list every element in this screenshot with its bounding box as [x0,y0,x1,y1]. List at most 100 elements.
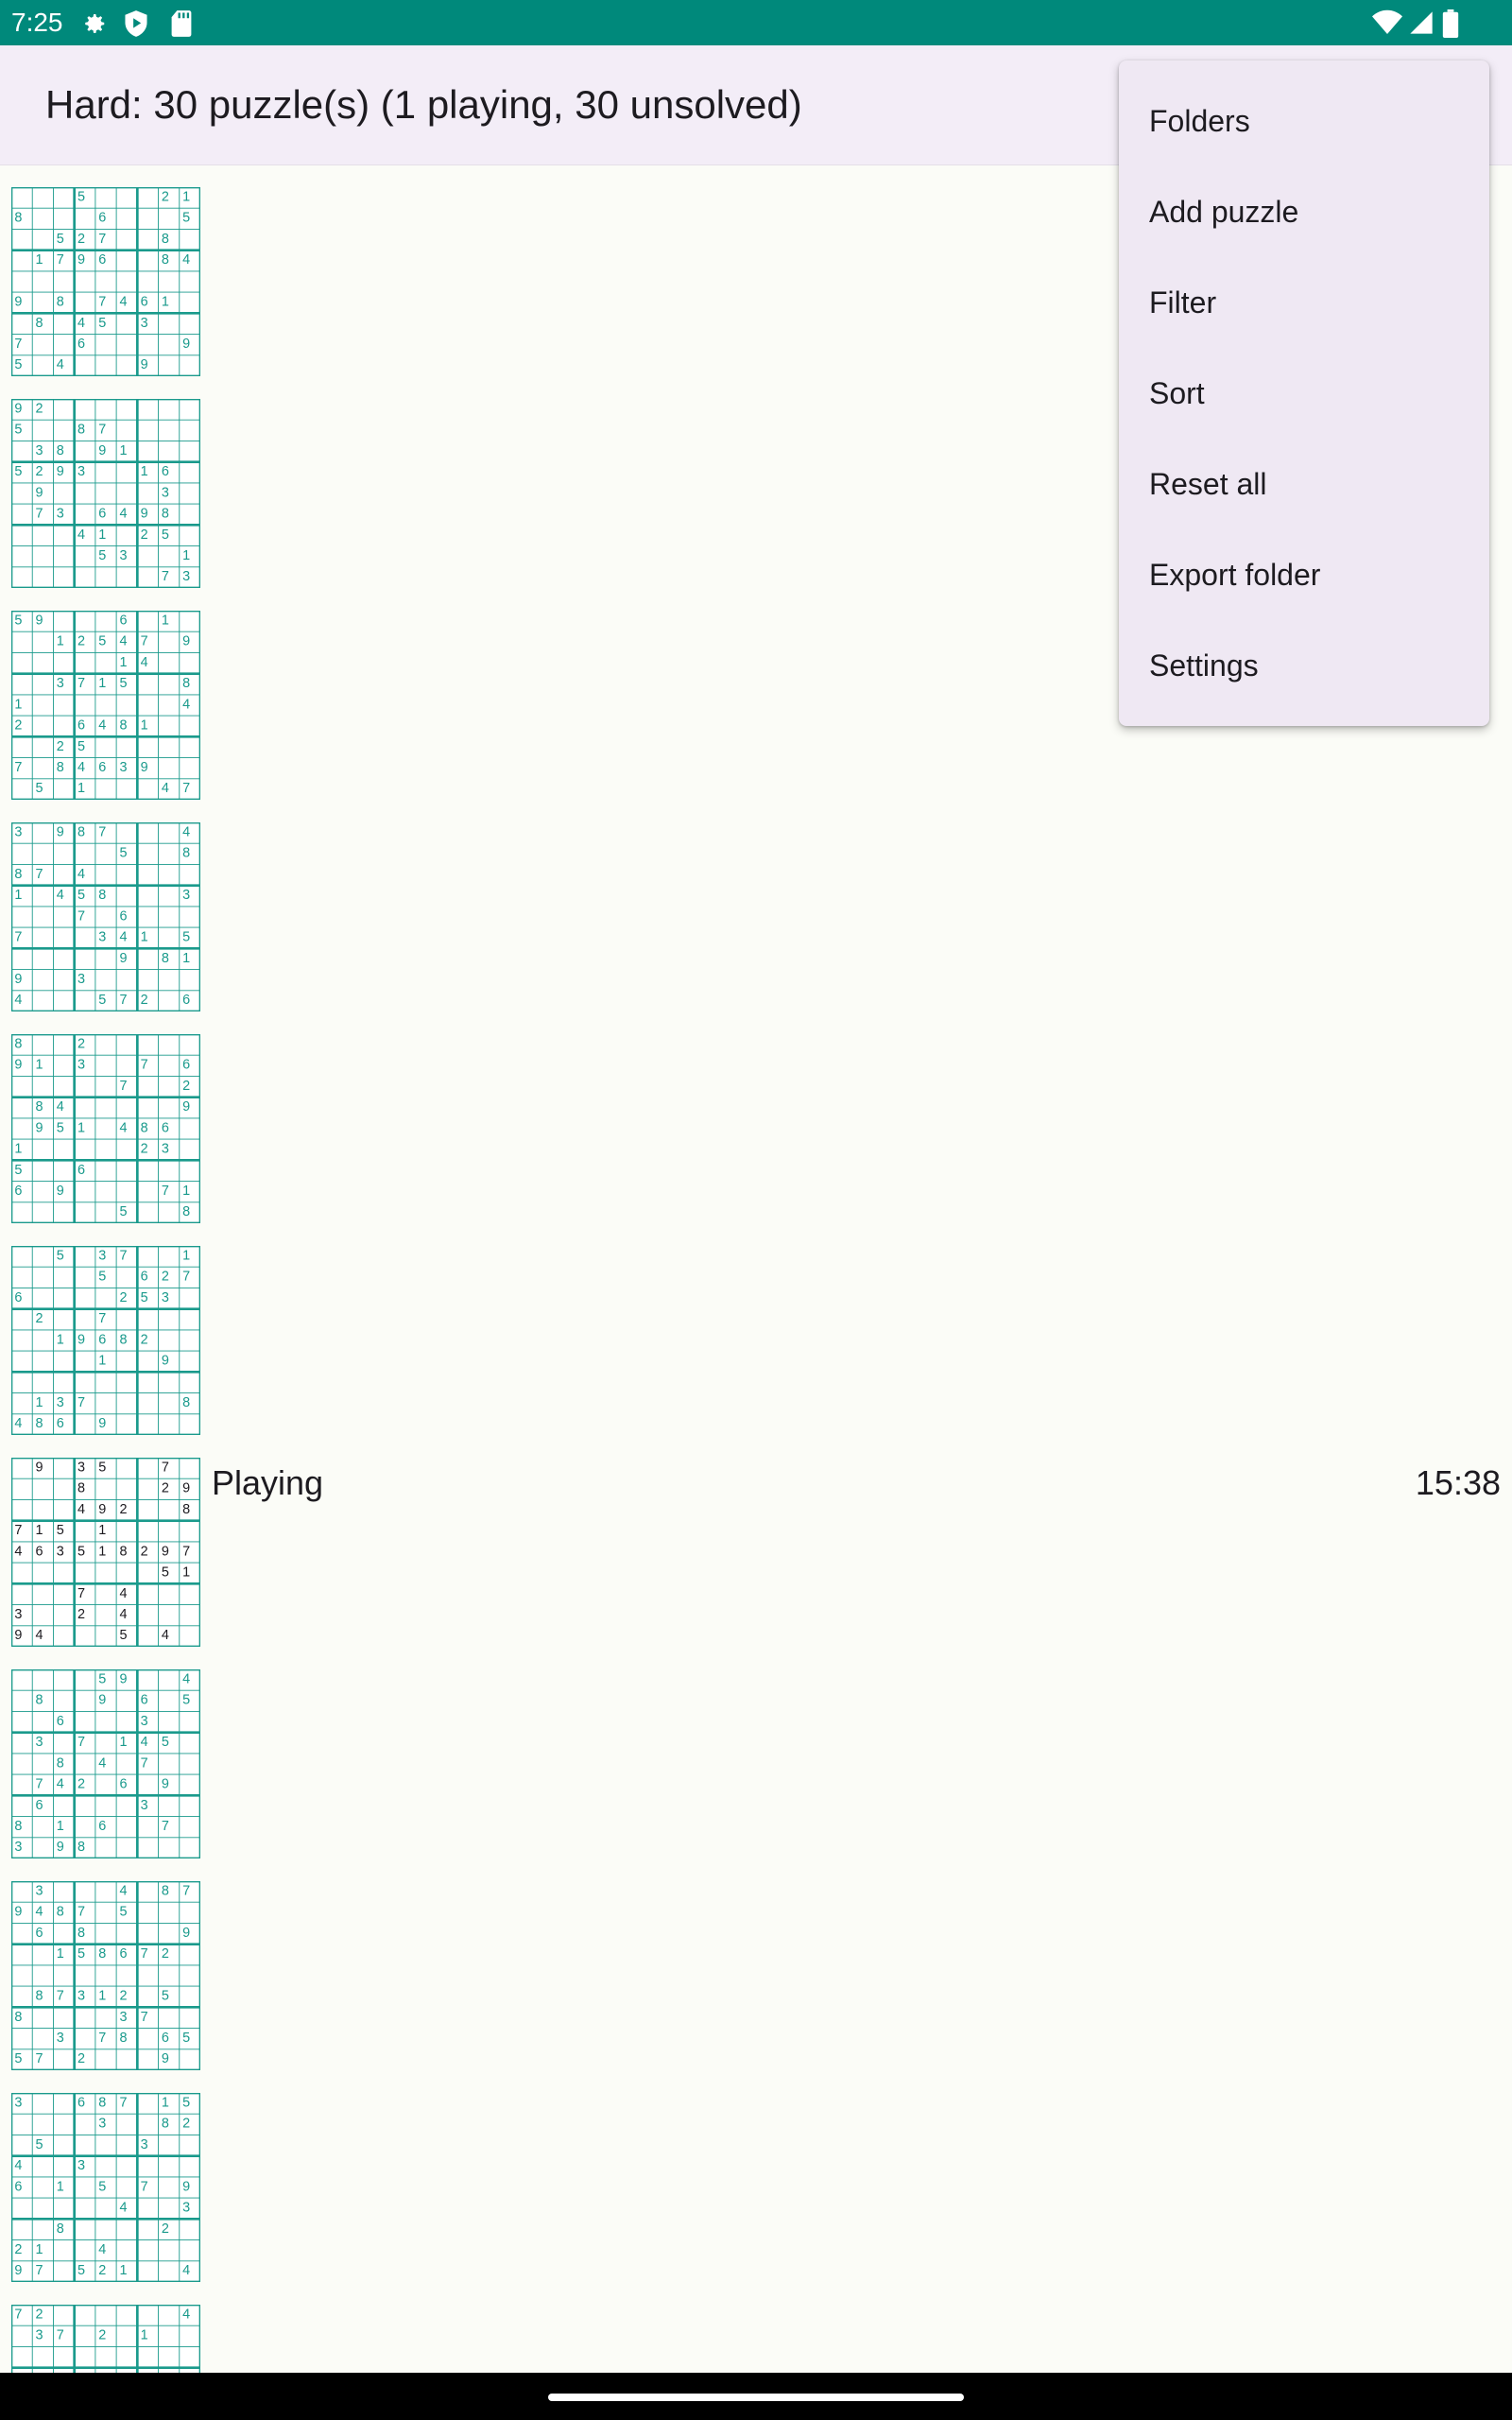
sudoku-cell-digit: 9 [57,1840,64,1855]
menu-item-reset-all[interactable]: Reset all [1119,439,1489,529]
sudoku-cell-digit: 2 [98,2328,106,2343]
puzzle-list-item[interactable]: 3687153825343615794382214975214 [0,2093,1512,2305]
sudoku-cell-digit: 7 [77,676,85,691]
menu-item-add-puzzle[interactable]: Add puzzle [1119,166,1489,257]
sudoku-cell-digit: 8 [77,824,85,839]
menu-item-export-folder[interactable]: Export folder [1119,529,1489,620]
sudoku-cell-digit: 6 [57,1416,64,1431]
sudoku-cell-digit: 1 [57,1946,64,1962]
sudoku-cell-digit: 5 [57,1248,64,1263]
sudoku-cell-digit: 2 [36,401,43,416]
sudoku-cell-digit: 8 [57,1755,64,1771]
sudoku-cell-digit: 7 [14,2307,22,2322]
sudoku-thumbnail: 3 6 8 7 1 53 8 25 34 36 1 5 7 94 38 22 1 49 7 5 2 1 4 [11,2093,200,2282]
home-gesture-handle[interactable] [548,2394,964,2401]
sudoku-cell-digit: 8 [98,1946,106,1962]
sudoku-cell-digit: 8 [57,295,64,310]
sudoku-cell-digit: 1 [57,1819,64,1834]
overflow-menu: Folders Add puzzle Filter Sort Reset all… [1119,60,1489,726]
sudoku-cell-digit: 9 [14,1905,22,1920]
sudoku-cell-digit: 9 [182,634,190,649]
sudoku-cell-digit: 5 [162,1735,169,1750]
sudoku-thumbnail: 5 2 18 6 55 2 7 81 7 9 6 8 49 8 7 4 6 18 4 5 37 6 95 4 9 [11,187,200,376]
sudoku-cell-digit: 7 [162,1460,169,1475]
menu-item-filter[interactable]: Filter [1119,257,1489,348]
puzzle-list-item[interactable]: 5948965633714584774269638167398 [0,1669,1512,1881]
sudoku-cell-digit: 6 [57,1714,64,1729]
sudoku-cell-digit: 5 [98,634,106,649]
sudoku-cell-digit: 2 [14,2242,22,2257]
sudoku-cell-digit: 1 [141,718,148,734]
sudoku-cell-digit: 5 [77,1544,85,1559]
sudoku-cell-digit: 5 [14,1163,22,1178]
puzzle-list-item[interactable]: 53715627625327196821913784869 [0,1246,1512,1458]
sudoku-cell-digit: 1 [57,634,64,649]
sudoku-cell-digit: 4 [57,1099,64,1115]
menu-item-sort[interactable]: Sort [1119,348,1489,439]
puzzle-list-item[interactable]: 348794875689158672873125837378655729 [0,1881,1512,2093]
sudoku-cell-digit: 6 [77,337,85,352]
sudoku-cell-digit: 3 [119,548,127,563]
sudoku-cell-digit: 3 [141,1714,148,1729]
sudoku-cell-digit: 8 [14,211,22,226]
sudoku-cell-digit: 2 [162,1946,169,1962]
sudoku-cell-digit: 5 [98,1460,106,1475]
sd-card-icon [171,10,192,37]
puzzle-list-item[interactable]: 7243721 [0,2305,1512,2373]
sudoku-cell-digit: 8 [119,1332,127,1347]
sudoku-cell-digit: 5 [162,1989,169,2004]
sudoku-cell-digit: 4 [98,2242,106,2257]
sudoku-cell-digit: 9 [98,1693,106,1708]
sudoku-cell-digit: 6 [77,1163,85,1178]
sudoku-cell-digit: 2 [14,718,22,734]
sudoku-cell-digit: 3 [141,2137,148,2152]
sudoku-cell-digit: 8 [182,1502,190,1517]
sudoku-cell-digit: 1 [36,1395,43,1410]
sudoku-cell-digit: 7 [141,634,148,649]
sudoku-cell-digit: 3 [162,1142,169,1157]
sudoku-cell-digit: 1 [182,1565,190,1581]
sudoku-cell-digit: 5 [182,2095,190,2110]
sudoku-cell-digit: 7 [36,2263,43,2278]
sudoku-cell-digit: 3 [57,676,64,691]
sudoku-cell-digit: 4 [119,1586,127,1601]
sudoku-cell-digit: 5 [57,232,64,247]
sudoku-cell-digit: 4 [119,1607,127,1622]
sudoku-cell-digit: 5 [119,676,127,691]
sudoku-cell-digit: 5 [14,357,22,372]
sudoku-cell-digit: 8 [141,1120,148,1135]
sudoku-cell-digit: 3 [141,1798,148,1813]
puzzle-list-item[interactable]: 82913767284995148612356697158 [0,1034,1512,1246]
navigation-bar [0,2373,1512,2420]
sudoku-cell-digit: 9 [57,824,64,839]
menu-item-settings[interactable]: Settings [1119,620,1489,711]
sudoku-cell-digit: 7 [36,507,43,522]
sudoku-cell-digit: 5 [162,1565,169,1581]
sudoku-cell-digit: 6 [36,1798,43,1813]
sudoku-cell-digit: 7 [36,1777,43,1792]
sudoku-cell-digit: 3 [77,2158,85,2173]
sudoku-cell-digit: 8 [14,2010,22,2025]
puzzle-list-item[interactable]: 39874588741458376734159819345726 [0,822,1512,1034]
sudoku-cell-digit: 1 [98,1354,106,1369]
sudoku-cell-digit: 1 [98,1544,106,1559]
sudoku-cell-digit: 7 [141,1058,148,1073]
sudoku-cell-digit: 4 [77,1502,85,1517]
sudoku-cell-digit: 1 [36,252,43,268]
sudoku-cell-digit: 7 [98,232,106,247]
sudoku-cell-digit: 9 [14,1628,22,1643]
sudoku-cell-digit: 3 [182,569,190,584]
sudoku-cell-digit: 2 [141,1332,148,1347]
sudoku-cell-digit: 3 [77,972,85,987]
sudoku-cell-digit: 9 [162,1544,169,1559]
sudoku-cell-digit: 1 [77,781,85,796]
sudoku-thumbnail: 9 25 8 73 8 9 15 2 9 3 1 69 37 3 6 4 9 84 1 2 55 3 17 3 [11,399,200,588]
menu-item-folders[interactable]: Folders [1119,76,1489,166]
sudoku-cell-digit: 2 [162,1481,169,1496]
sudoku-cell-digit: 8 [119,1544,127,1559]
sudoku-cell-digit: 3 [36,1883,43,1898]
sudoku-cell-digit: 7 [141,1946,148,1962]
puzzle-list-item[interactable]: 9 3 5 7 8 2 9 4 9 2 8 7 1 5 1 4 6 3 5 1 8 2 9 7 5 1 7 4 3 2 4 9 4 5 4 Playi… [0,1458,1512,1669]
sudoku-cell-digit: 9 [162,1354,169,1369]
sudoku-cell-digit: 8 [14,867,22,882]
